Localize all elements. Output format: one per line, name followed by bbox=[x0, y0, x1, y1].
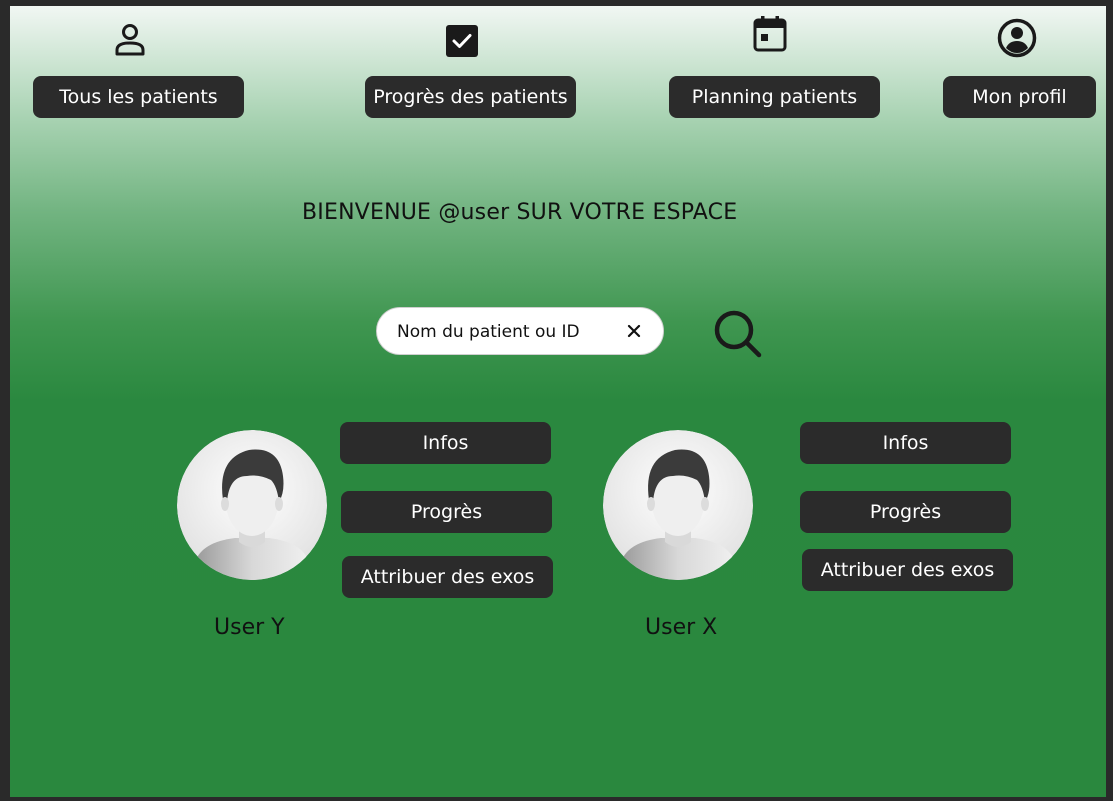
user-x-name: User X bbox=[645, 615, 718, 640]
search-field[interactable] bbox=[376, 307, 664, 355]
person-icon[interactable] bbox=[112, 22, 148, 58]
user-y-assign-exercises-button[interactable]: Attribuer des exos bbox=[342, 556, 553, 598]
nav-all-patients-button[interactable]: Tous les patients bbox=[33, 76, 244, 118]
calendar-icon[interactable] bbox=[752, 16, 788, 52]
nav-patient-progress-button[interactable]: Progrès des patients bbox=[365, 76, 576, 118]
user-y-infos-button[interactable]: Infos bbox=[340, 422, 551, 464]
checkbox-icon[interactable] bbox=[444, 23, 480, 59]
account-circle-icon[interactable] bbox=[996, 17, 1038, 59]
user-x-infos-button[interactable]: Infos bbox=[800, 422, 1011, 464]
nav-my-profile-button[interactable]: Mon profil bbox=[943, 76, 1096, 118]
welcome-heading: BIENVENUE @user SUR VOTRE ESPACE bbox=[302, 200, 738, 225]
user-y-name: User Y bbox=[214, 615, 285, 640]
nav-patient-planning-button[interactable]: Planning patients bbox=[669, 76, 880, 118]
app-frame: Tous les patients Progrès des patients P… bbox=[10, 6, 1106, 797]
avatar bbox=[603, 430, 753, 580]
search-icon[interactable] bbox=[710, 306, 766, 362]
avatar bbox=[177, 430, 327, 580]
search-input[interactable] bbox=[395, 318, 609, 346]
user-y-progress-button[interactable]: Progrès bbox=[341, 491, 552, 533]
close-icon[interactable] bbox=[623, 320, 645, 342]
user-x-assign-exercises-button[interactable]: Attribuer des exos bbox=[802, 549, 1013, 591]
user-x-progress-button[interactable]: Progrès bbox=[800, 491, 1011, 533]
